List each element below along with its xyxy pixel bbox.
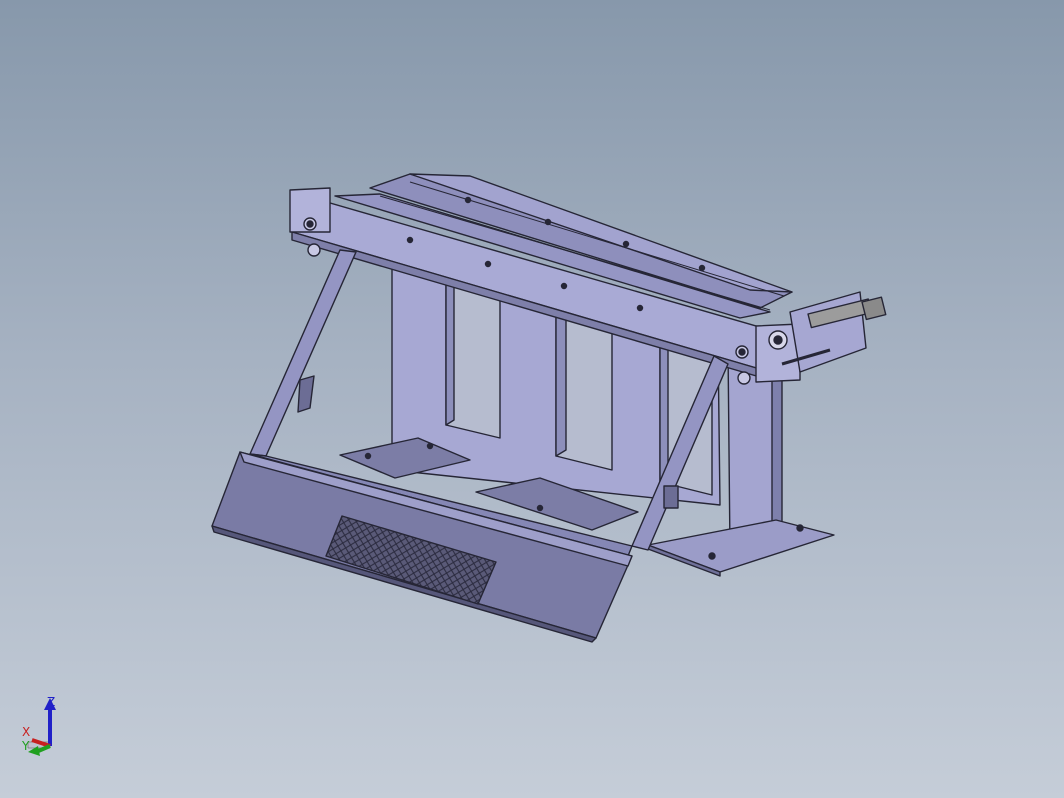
cad-viewport[interactable] — [0, 0, 1064, 798]
y-axis-label: Y — [22, 739, 30, 753]
axis-triad: Z X Y — [14, 696, 66, 760]
z-axis-label: Z — [47, 695, 56, 709]
foot-right — [647, 519, 835, 577]
machine-model[interactable] — [211, 173, 887, 643]
x-axis-label: X — [22, 725, 31, 739]
